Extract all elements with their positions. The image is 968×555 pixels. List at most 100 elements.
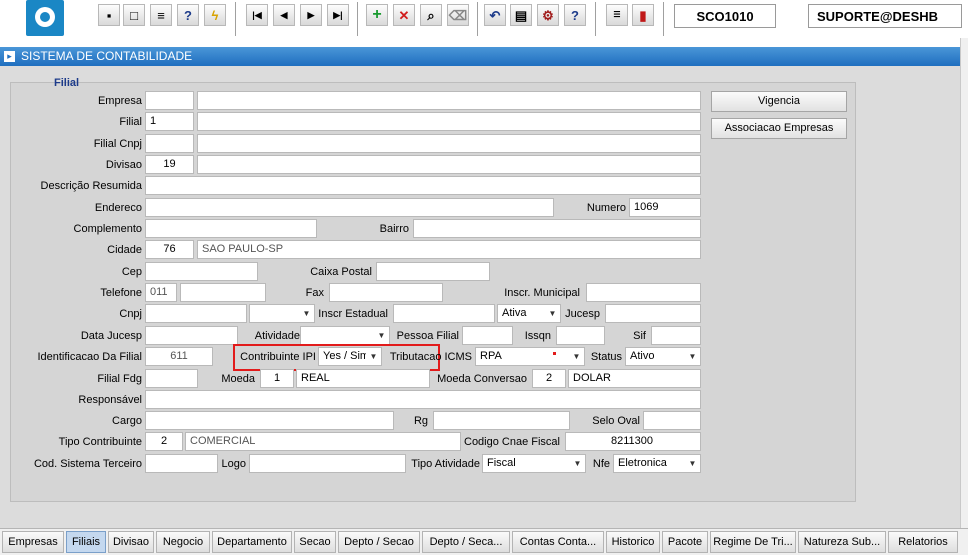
chevron-down-icon[interactable]: ▼ [569,348,584,365]
selo-oval-field[interactable] [643,411,701,430]
tab-secao[interactable]: Secao [294,531,336,553]
tab-empresas[interactable]: Empresas [2,531,64,553]
tributacao-icms-label: Tributacao ICMS [389,351,472,363]
tipo-contribuinte-name-field[interactable]: COMERCIAL [185,432,461,451]
tab-historico[interactable]: Historico [606,531,660,553]
moeda-name-field[interactable]: REAL [296,369,430,388]
cidade-code-field[interactable]: 76 [145,240,194,259]
settings-icon[interactable]: ⚙ [537,4,559,26]
tipo-atividade-select[interactable]: Fiscal ▼ [482,454,586,473]
inscr-municipal-field[interactable] [586,283,701,302]
status-select[interactable]: Ativo ▼ [625,347,701,366]
jucesp-field[interactable] [605,304,701,323]
codigo-cnae-fiscal-field[interactable]: 8211300 [565,432,701,451]
complemento-field[interactable] [145,219,317,238]
filial-fdg-field[interactable] [145,369,198,388]
tab-pacote[interactable]: Pacote [662,531,708,553]
cnpj-select[interactable]: ▼ [249,304,315,323]
contribuinte-ipi-select[interactable]: Yes / Sim ▼ [318,347,382,366]
descricao-resumida-field[interactable] [145,176,701,195]
previous-record-icon[interactable]: ◀ [273,4,295,26]
insert-record-icon[interactable]: + [366,4,388,26]
print-icon[interactable]: ≡ [150,4,172,26]
last-record-icon[interactable]: ▶| [327,4,349,26]
filial-cnpj-name-field[interactable] [197,134,701,153]
cidade-name-field[interactable]: SAO PAULO-SP [197,240,701,259]
chevron-down-icon[interactable]: ▼ [299,305,314,322]
logo-field[interactable] [249,454,406,473]
filial-cnpj-code-field[interactable] [145,134,194,153]
empresa-code-field[interactable] [145,91,194,110]
chevron-down-icon[interactable]: ▼ [374,327,389,344]
tab-departamento[interactable]: Departamento [212,531,292,553]
tributacao-icms-select[interactable]: RPA ▼ [475,347,585,366]
responsavel-field[interactable] [145,390,701,409]
window-icon[interactable]: □ [123,4,145,26]
empresa-name-field[interactable] [197,91,701,110]
inscr-estadual-field[interactable] [393,304,495,323]
tab-contas-contabeis[interactable]: Contas Conta... [512,531,604,553]
identificacao-filial-field[interactable]: 611 [145,347,213,366]
bairro-field[interactable] [413,219,701,238]
tipo-contribuinte-label: Tipo Contribuinte [58,436,142,448]
cnpj-label: Cnpj [119,308,142,320]
tab-negocio[interactable]: Negocio [156,531,210,553]
moeda-conversao-code-field[interactable]: 2 [532,369,566,388]
vigencia-button[interactable]: Vigencia [711,91,847,112]
vertical-scrollbar[interactable] [960,38,968,528]
rg-field[interactable] [433,411,570,430]
cep-label: Cep [121,266,142,278]
issqn-field[interactable] [556,326,605,345]
filial-name-field[interactable] [197,112,701,131]
numero-field[interactable]: 1069 [629,198,701,217]
telefone-ddd-field[interactable]: 011 [145,283,177,302]
tab-divisao[interactable]: Divisao [108,531,154,553]
divisao-code-field[interactable]: 19 [145,155,194,174]
chevron-down-icon[interactable]: ▼ [570,455,585,472]
undo-icon[interactable]: ↶ [484,4,506,26]
help-search-icon[interactable]: ? [177,4,199,26]
tab-natureza-sub[interactable]: Natureza Sub... [798,531,886,553]
next-record-icon[interactable]: ▶ [300,4,322,26]
cep-field[interactable] [145,262,258,281]
exit-icon[interactable]: ▮ [632,4,654,26]
data-jucesp-field[interactable] [145,326,238,345]
menu-icon[interactable]: ☰ [606,4,628,26]
delete-record-icon[interactable]: ✕ [393,4,415,26]
moeda-code-field[interactable]: 1 [260,369,294,388]
chevron-down-icon[interactable]: ▼ [545,305,560,322]
pessoa-filial-field[interactable] [462,326,513,345]
caixa-postal-field[interactable] [376,262,490,281]
chevron-down-icon[interactable]: ▼ [685,455,700,472]
endereco-field[interactable] [145,198,554,217]
tab-filiais[interactable]: Filiais [66,531,106,553]
associacao-empresas-button[interactable]: Associacao Empresas [711,118,847,139]
tab-relatorios[interactable]: Relatorios [888,531,958,553]
cod-sistema-terceiro-field[interactable] [145,454,218,473]
help-icon[interactable]: ? [564,4,586,26]
first-record-icon[interactable]: |◀ [246,4,268,26]
divisao-name-field[interactable] [197,155,701,174]
telefone-number-field[interactable] [180,283,266,302]
inscr-estadual-status-select[interactable]: Ativa ▼ [497,304,561,323]
nfe-label: Nfe [592,458,610,470]
tab-depto-secao-2[interactable]: Depto / Seca... [422,531,510,553]
atividade-select[interactable]: ▼ [300,326,390,345]
cnpj-field[interactable] [145,304,247,323]
clear-icon[interactable]: ⌫ [447,4,469,26]
chevron-down-icon[interactable]: ▼ [366,348,381,365]
cargo-field[interactable] [145,411,394,430]
nfe-select[interactable]: Eletronica ▼ [613,454,701,473]
clipboard-icon[interactable]: ▤ [510,4,532,26]
find-icon[interactable]: ⌕ [420,4,442,26]
tab-regime-tributario[interactable]: Regime De Tri... [710,531,796,553]
sif-field[interactable] [651,326,701,345]
chevron-down-icon[interactable]: ▼ [685,348,700,365]
moeda-conversao-name-field[interactable]: DOLAR [568,369,701,388]
lightning-icon[interactable]: ϟ [204,4,226,26]
tipo-contribuinte-code-field[interactable]: 2 [145,432,183,451]
filial-code-field[interactable]: 1 [145,112,194,131]
tab-depto-secao[interactable]: Depto / Secao [338,531,420,553]
fax-field[interactable] [329,283,443,302]
save-icon[interactable]: ▪ [98,4,120,26]
